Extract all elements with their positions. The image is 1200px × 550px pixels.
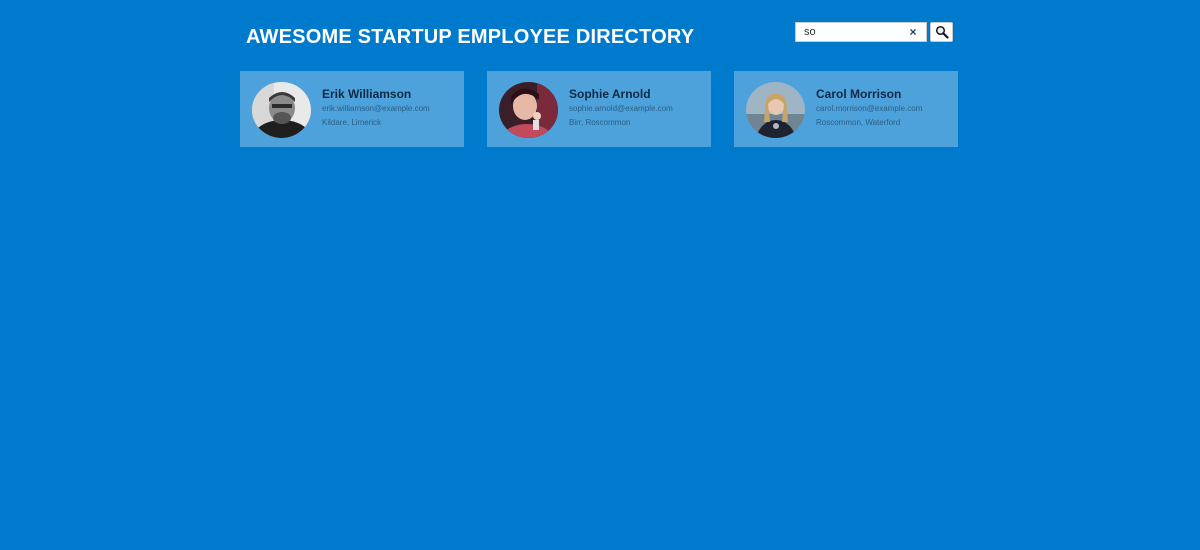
employee-email: sophie.arnold@example.com bbox=[569, 104, 673, 113]
employee-name: Sophie Arnold bbox=[569, 87, 651, 101]
avatar bbox=[252, 82, 311, 138]
search-form: × bbox=[795, 22, 955, 42]
search-button[interactable] bbox=[930, 22, 953, 42]
employee-card[interactable]: Sophie Arnold sophie.arnold@example.com … bbox=[487, 71, 711, 147]
employee-name: Erik Williamson bbox=[322, 87, 412, 101]
employee-info: Carol Morrison carol.morrison@example.co… bbox=[816, 87, 956, 132]
clear-search-button[interactable]: × bbox=[906, 25, 920, 39]
employee-location: Birr, Roscommon bbox=[569, 118, 631, 127]
search-icon bbox=[935, 25, 949, 39]
search-input[interactable] bbox=[804, 25, 902, 39]
employee-location: Roscommon, Waterford bbox=[816, 118, 901, 127]
employee-email: erik.williamson@example.com bbox=[322, 104, 430, 113]
avatar bbox=[746, 82, 805, 138]
page-title: AWESOME STARTUP EMPLOYEE DIRECTORY bbox=[246, 26, 695, 48]
employee-card[interactable]: Carol Morrison carol.morrison@example.co… bbox=[734, 71, 958, 147]
employee-info: Sophie Arnold sophie.arnold@example.com … bbox=[569, 87, 709, 132]
employee-info: Erik Williamson erik.williamson@example.… bbox=[322, 87, 462, 132]
employee-name: Carol Morrison bbox=[816, 87, 902, 101]
employee-email: carol.morrison@example.com bbox=[816, 104, 923, 113]
search-box: × bbox=[795, 22, 927, 42]
employee-location: Kildare, Limerick bbox=[322, 118, 382, 127]
avatar bbox=[499, 82, 558, 138]
employee-card[interactable]: Erik Williamson erik.williamson@example.… bbox=[240, 71, 464, 147]
employee-directory-page: AWESOME STARTUP EMPLOYEE DIRECTORY × bbox=[0, 0, 1200, 550]
